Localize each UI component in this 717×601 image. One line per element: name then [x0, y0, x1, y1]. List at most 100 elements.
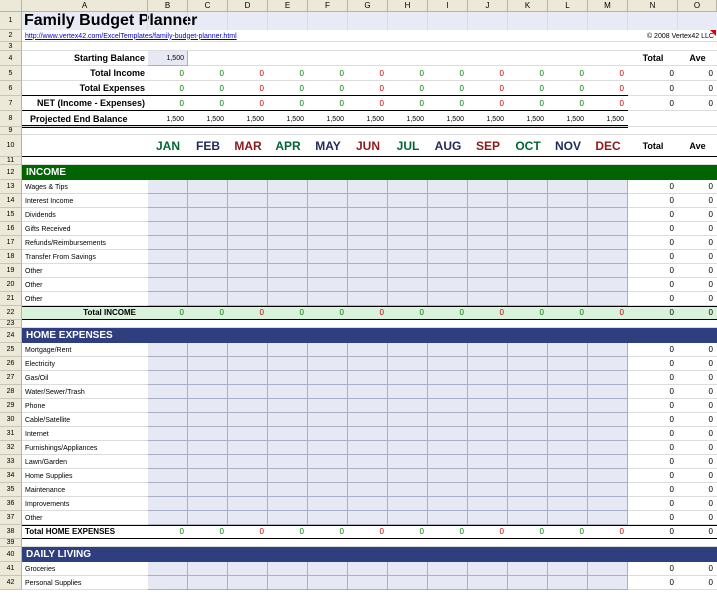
line-item-input-area[interactable] [148, 399, 628, 413]
row-header-18[interactable]: 18 [0, 250, 22, 264]
input-divider [547, 576, 548, 590]
row-header-4[interactable]: 4 [0, 51, 22, 66]
row-header-24[interactable]: 24 [0, 328, 22, 343]
row-header-17[interactable]: 17 [0, 236, 22, 250]
line-item-input-area[interactable] [148, 278, 628, 292]
row-header-29[interactable]: 29 [0, 399, 22, 413]
line-item-input-area[interactable] [148, 292, 628, 306]
template-link[interactable]: http://www.vertex42.com/ExcelTemplates/f… [22, 30, 422, 42]
column-header-f[interactable]: F [308, 0, 348, 12]
line-item-input-area[interactable] [148, 511, 628, 525]
column-header-m[interactable]: M [588, 0, 628, 12]
section-total-value: 0 [179, 308, 184, 317]
row-header-37[interactable]: 37 [0, 511, 22, 525]
line-item-input-area[interactable] [148, 371, 628, 385]
line-item-input-area[interactable] [148, 264, 628, 278]
row-header-12[interactable]: 12 [0, 165, 22, 180]
line-item-input-area[interactable] [148, 385, 628, 399]
column-header-g[interactable]: G [348, 0, 388, 12]
row-header-10[interactable]: 10 [0, 135, 22, 157]
row-header-1[interactable]: 1 [0, 12, 22, 30]
line-item-ave: 0 [708, 252, 713, 261]
column-gridline [147, 12, 148, 30]
column-header-j[interactable]: J [468, 0, 508, 12]
input-divider [307, 250, 308, 264]
row-header-19[interactable]: 19 [0, 264, 22, 278]
section-total-value: 0 [539, 308, 544, 317]
column-header-i[interactable]: I [428, 0, 468, 12]
section-total-value: 0 [419, 308, 424, 317]
row-header-5[interactable]: 5 [0, 66, 22, 81]
row-header-40[interactable]: 40 [0, 547, 22, 562]
column-header-o[interactable]: O [678, 0, 717, 12]
line-item-input-area[interactable] [148, 469, 628, 483]
line-item-input-area[interactable] [148, 194, 628, 208]
column-header-h[interactable]: H [388, 0, 428, 12]
row-header-28[interactable]: 28 [0, 385, 22, 399]
row-header-26[interactable]: 26 [0, 357, 22, 371]
row-header-41[interactable]: 41 [0, 562, 22, 576]
line-item-input-area[interactable] [148, 208, 628, 222]
line-item-input-area[interactable] [148, 222, 628, 236]
row-header-15[interactable]: 15 [0, 208, 22, 222]
select-all-corner[interactable] [0, 0, 22, 12]
line-item-input-area[interactable] [148, 180, 628, 194]
row-header-8[interactable]: 8 [0, 111, 22, 127]
line-item-input-area[interactable] [148, 250, 628, 264]
column-header-d[interactable]: D [228, 0, 268, 12]
row-header-14[interactable]: 14 [0, 194, 22, 208]
line-item-input-area[interactable] [148, 562, 628, 576]
column-header-n[interactable]: N [628, 0, 678, 12]
row-header-20[interactable]: 20 [0, 278, 22, 292]
row-header-11[interactable]: 11 [0, 157, 22, 165]
row-header-36[interactable]: 36 [0, 497, 22, 511]
line-item-input-area[interactable] [148, 441, 628, 455]
row-header-21[interactable]: 21 [0, 292, 22, 306]
row-header-6[interactable]: 6 [0, 81, 22, 96]
input-divider [307, 222, 308, 236]
row-header-32[interactable]: 32 [0, 441, 22, 455]
row-header-22[interactable]: 22 [0, 306, 22, 320]
row-header-33[interactable]: 33 [0, 455, 22, 469]
input-divider [427, 469, 428, 483]
input-divider [227, 222, 228, 236]
row-header-27[interactable]: 27 [0, 371, 22, 385]
row-header-25[interactable]: 25 [0, 343, 22, 357]
net-value: 0 [179, 98, 184, 108]
net-label: NET (Income - Expenses) [36, 98, 145, 108]
column-header-a[interactable]: A [22, 0, 148, 12]
summary-divider-line [22, 127, 628, 128]
row-header-16[interactable]: 16 [0, 222, 22, 236]
line-item-input-area[interactable] [148, 343, 628, 357]
row-header-23[interactable]: 23 [0, 320, 22, 328]
row-header-34[interactable]: 34 [0, 469, 22, 483]
column-header-k[interactable]: K [508, 0, 548, 12]
row-header-39[interactable]: 39 [0, 539, 22, 547]
input-divider [307, 427, 308, 441]
line-item-input-area[interactable] [148, 497, 628, 511]
line-item-input-area[interactable] [148, 357, 628, 371]
column-header-e[interactable]: E [268, 0, 308, 12]
column-header-c[interactable]: C [188, 0, 228, 12]
row-header-31[interactable]: 31 [0, 427, 22, 441]
line-item-input-area[interactable] [148, 576, 628, 590]
input-divider [267, 511, 268, 525]
line-item-input-area[interactable] [148, 413, 628, 427]
input-divider [187, 469, 188, 483]
row-header-9[interactable]: 9 [0, 127, 22, 135]
column-header-b[interactable]: B [148, 0, 188, 12]
starting-balance-input[interactable]: 1,500 [148, 51, 188, 66]
row-header-13[interactable]: 13 [0, 180, 22, 194]
input-divider [267, 357, 268, 371]
row-header-30[interactable]: 30 [0, 413, 22, 427]
line-item-input-area[interactable] [148, 236, 628, 250]
line-item-input-area[interactable] [148, 455, 628, 469]
row-header-35[interactable]: 35 [0, 483, 22, 497]
line-item-input-area[interactable] [148, 483, 628, 497]
row-header-38[interactable]: 38 [0, 525, 22, 539]
row-header-42[interactable]: 42 [0, 576, 22, 590]
line-item-input-area[interactable] [148, 427, 628, 441]
row-header-3[interactable]: 3 [0, 42, 22, 51]
column-header-l[interactable]: L [548, 0, 588, 12]
row-header-2[interactable]: 2 [0, 30, 22, 42]
